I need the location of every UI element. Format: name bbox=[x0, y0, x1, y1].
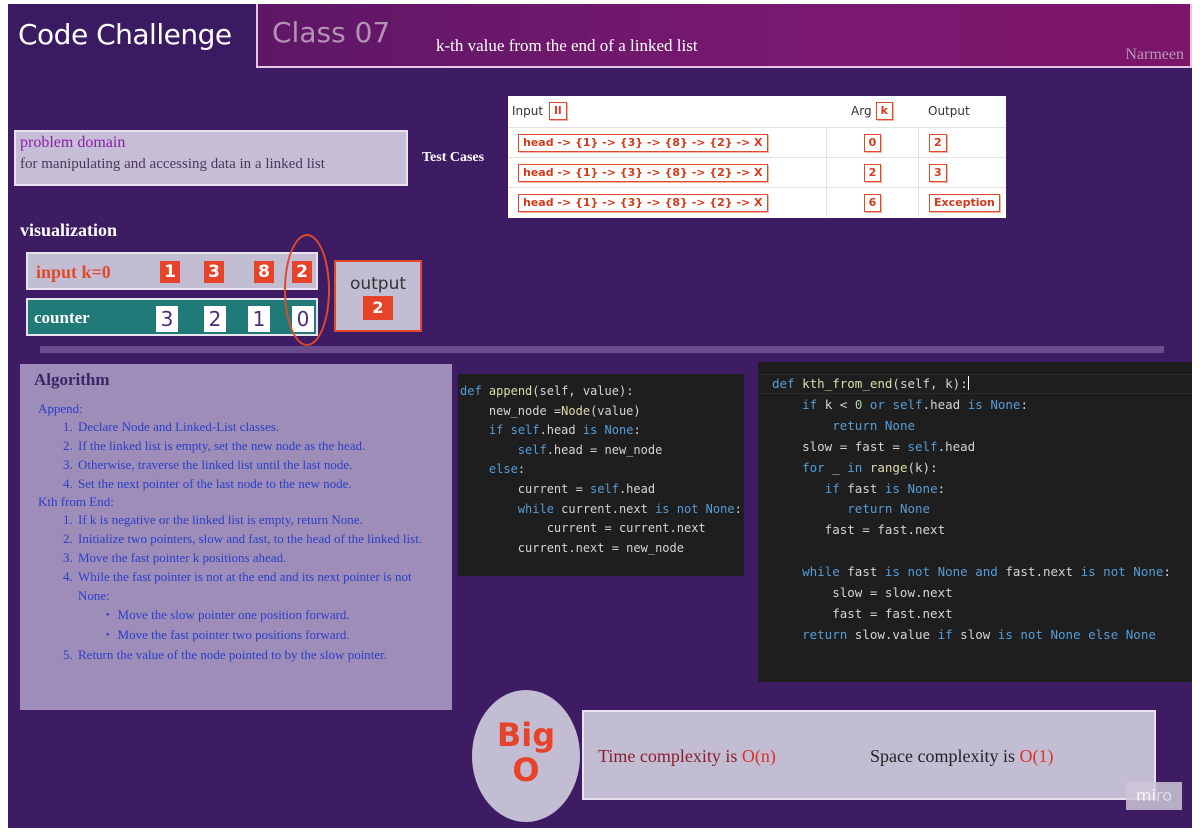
output-label: output bbox=[349, 274, 407, 294]
input-list-row[interactable]: input k=0 1 3 8 2 bbox=[26, 252, 318, 290]
list-node: 3 bbox=[204, 261, 224, 283]
counter-cell: 3 bbox=[156, 306, 178, 332]
class-label: Class 07 bbox=[272, 16, 391, 49]
list-item: While the fast pointer is not at the end… bbox=[76, 567, 444, 645]
list-item: Move the fast pointer two positions forw… bbox=[104, 625, 444, 645]
list-item: Otherwise, traverse the linked list unti… bbox=[76, 455, 444, 474]
list-item: Return the value of the node pointed to … bbox=[76, 645, 444, 664]
algorithm-card[interactable]: Algorithm Append: Declare Node and Linke… bbox=[20, 364, 452, 710]
kth-from-end-code-block[interactable]: def kth_from_end(self, k): if k < 0 or s… bbox=[758, 362, 1192, 682]
col-arg-header: Arg bbox=[851, 104, 872, 118]
kth-heading: Kth from End: bbox=[38, 494, 114, 509]
list-item: Initialize two pointers, slow and fast, … bbox=[76, 529, 444, 548]
counter-row[interactable]: counter 3 2 1 0 bbox=[26, 298, 318, 336]
append-code-block[interactable]: def append(self, value): new_node =Node(… bbox=[458, 374, 744, 576]
big-o-badge[interactable]: Big O bbox=[472, 690, 580, 822]
complexity-card[interactable]: Time complexity is O(n) Space complexity… bbox=[582, 710, 1156, 800]
big-o-line1: Big bbox=[496, 716, 556, 754]
list-item: If k is negative or the linked list is e… bbox=[76, 510, 444, 529]
col-output-header: Output bbox=[928, 104, 970, 118]
table-row: head -> {1} -> {3} -> {8} -> {2} -> X 0 … bbox=[508, 127, 1006, 157]
col-arg-tag: k bbox=[875, 102, 893, 120]
arg-cell: 6 bbox=[863, 193, 882, 212]
highlight-ellipse bbox=[284, 234, 330, 346]
app-title: Code Challenge bbox=[8, 4, 256, 68]
miro-watermark[interactable]: miro bbox=[1126, 782, 1182, 810]
list-node: 8 bbox=[254, 261, 274, 283]
arg-cell: 0 bbox=[863, 133, 882, 152]
col-input-tag: ll bbox=[549, 102, 567, 120]
counter-cell: 1 bbox=[248, 306, 270, 332]
board-canvas: Code Challenge Class 07 k-th value from … bbox=[8, 4, 1192, 828]
output-cell: Exception bbox=[929, 193, 1000, 212]
input-label: input k=0 bbox=[36, 262, 111, 282]
table-row: head -> {1} -> {3} -> {8} -> {2} -> X 2 … bbox=[508, 157, 1006, 187]
space-complexity-label: Space complexity is bbox=[870, 746, 1020, 766]
counter-label: counter bbox=[34, 308, 90, 327]
counter-cell: 2 bbox=[204, 306, 226, 332]
problem-domain-text: for manipulating and accessing data in a… bbox=[20, 156, 325, 172]
kth-substeps: Move the slow pointer one position forwa… bbox=[104, 605, 444, 645]
time-complexity-label: Time complexity is bbox=[598, 746, 742, 766]
section-divider bbox=[40, 346, 1164, 353]
list-node: 1 bbox=[160, 261, 180, 283]
kth-steps: If k is negative or the linked list is e… bbox=[76, 510, 444, 664]
author-name: Narmeen bbox=[1125, 46, 1184, 63]
append-heading: Append: bbox=[38, 401, 83, 416]
header-banner: Class 07 k-th value from the end of a li… bbox=[256, 4, 1192, 68]
table-header-row: Input ll Arg k Output bbox=[508, 96, 1006, 126]
space-complexity-value: O(1) bbox=[1019, 746, 1054, 766]
append-steps: Declare Node and Linked-List classes. If… bbox=[76, 417, 444, 493]
list-item-text: While the fast pointer is not at the end… bbox=[78, 569, 412, 603]
algorithm-title: Algorithm bbox=[34, 370, 110, 389]
list-item: Move the slow pointer one position forwa… bbox=[104, 605, 444, 625]
time-complexity-value: O(n) bbox=[741, 746, 776, 766]
table-row: head -> {1} -> {3} -> {8} -> {2} -> X 6 … bbox=[508, 187, 1006, 217]
input-cell: head -> {1} -> {3} -> {8} -> {2} -> X bbox=[518, 133, 768, 152]
list-item: Set the next pointer of the last node to… bbox=[76, 474, 444, 493]
input-cell: head -> {1} -> {3} -> {8} -> {2} -> X bbox=[518, 163, 768, 182]
output-cell: 3 bbox=[929, 163, 947, 182]
test-cases-label: Test Cases bbox=[422, 150, 485, 165]
arg-cell: 2 bbox=[863, 163, 882, 182]
list-item: Move the fast pointer k positions ahead. bbox=[76, 548, 444, 567]
test-cases-table[interactable]: Input ll Arg k Output head -> {1} -> {3} -… bbox=[508, 96, 1006, 218]
problem-domain-title: problem domain bbox=[20, 134, 126, 151]
col-input-header: Input bbox=[512, 104, 544, 118]
output-value: 2 bbox=[363, 296, 393, 320]
list-item: Declare Node and Linked-List classes. bbox=[76, 417, 444, 436]
big-o-line2: O bbox=[512, 751, 540, 789]
challenge-title: k-th value from the end of a linked list bbox=[436, 36, 698, 55]
list-item: If the linked list is empty, set the new… bbox=[76, 436, 444, 455]
space-complexity: Space complexity is O(1) bbox=[870, 746, 1053, 767]
output-cell: 2 bbox=[929, 133, 947, 152]
output-box[interactable]: output 2 bbox=[334, 260, 422, 332]
time-complexity: Time complexity is O(n) bbox=[598, 746, 776, 767]
visualization-title: visualization bbox=[20, 220, 118, 240]
input-cell: head -> {1} -> {3} -> {8} -> {2} -> X bbox=[518, 193, 768, 212]
problem-domain-card[interactable]: problem domain for manipulating and acce… bbox=[14, 130, 408, 186]
